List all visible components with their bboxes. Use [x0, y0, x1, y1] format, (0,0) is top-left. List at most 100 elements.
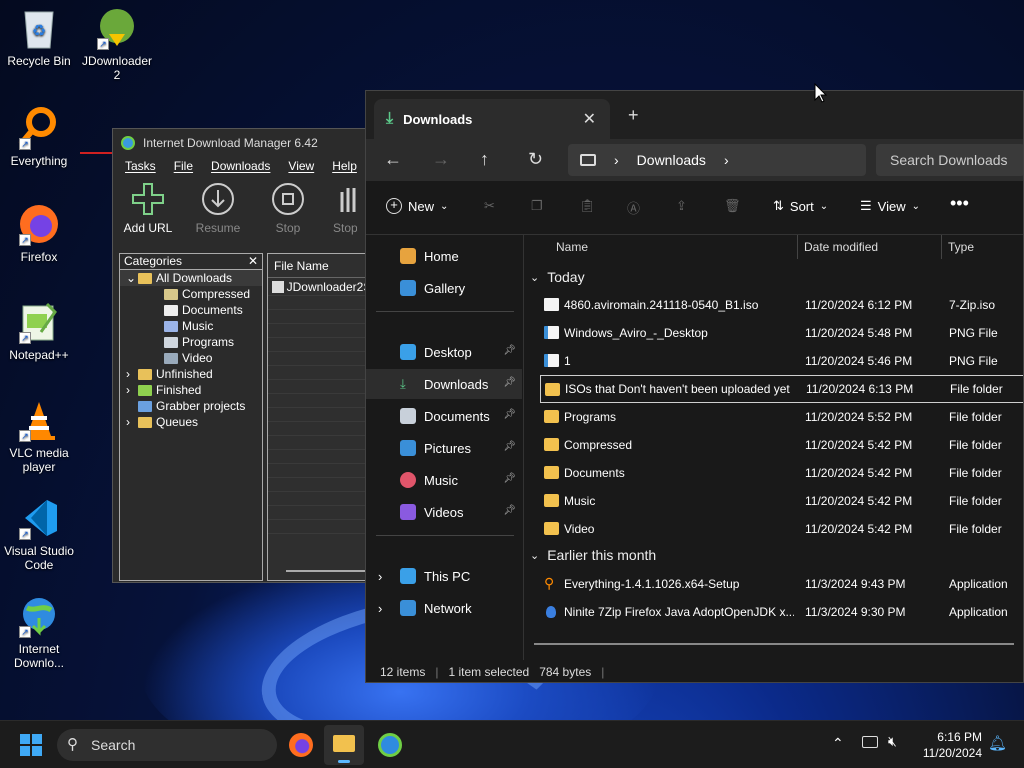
column-divider[interactable]	[941, 235, 942, 259]
nav-videos[interactable]: Videos 📌︎	[366, 497, 522, 527]
chevron-right-icon[interactable]: ›	[126, 383, 138, 397]
desktop-icon-notepad-plus-plus[interactable]: ↗ Notepad++	[2, 300, 76, 362]
idm-add-url-button[interactable]: Add URL	[123, 181, 173, 235]
desktop-icon-jdownloader[interactable]: ↗ JDownloader 2	[80, 6, 154, 82]
pin-icon[interactable]: 📌︎	[503, 473, 516, 484]
desktop-icon-recycle-bin[interactable]: ♻ Recycle Bin	[2, 6, 76, 68]
desktop-icon-everything[interactable]: ↗ Everything	[2, 106, 76, 168]
nav-gallery[interactable]: Gallery	[366, 273, 522, 303]
idm-menu-help[interactable]: Help	[332, 159, 357, 173]
view-button[interactable]: ☰ View ⌄	[860, 198, 920, 214]
idm-category-finished[interactable]: › Finished	[120, 382, 262, 398]
nav-desktop[interactable]: Desktop 📌︎	[366, 337, 522, 367]
nav-home[interactable]: Home	[366, 241, 522, 271]
file-row[interactable]: Documents 11/20/2024 5:42 PM File folder	[540, 459, 1023, 487]
chevron-right-icon[interactable]: ›	[378, 601, 382, 616]
up-arrow-icon[interactable]: ↑	[480, 149, 489, 170]
file-row[interactable]: Video 11/20/2024 5:42 PM File folder	[540, 515, 1023, 543]
pin-icon[interactable]: 📌︎	[503, 345, 516, 356]
forward-arrow-icon[interactable]: →	[432, 149, 450, 170]
more-options-icon[interactable]: •••	[950, 193, 969, 214]
idm-horizontal-scrollbar[interactable]	[286, 570, 366, 572]
idm-category-documents[interactable]: Documents	[120, 302, 262, 318]
cut-icon[interactable]: ✂	[484, 198, 495, 214]
chevron-right-icon[interactable]: ›	[724, 152, 729, 168]
column-header-type[interactable]: Type	[948, 235, 974, 259]
chevron-right-icon[interactable]: ›	[126, 415, 138, 429]
nav-network[interactable]: › Network	[366, 593, 522, 623]
new-button[interactable]: + New ⌄	[386, 198, 448, 214]
file-row[interactable]: ⚲ Everything-1.4.1.1026.x64-Setup 11/3/2…	[540, 570, 1023, 598]
idm-category-video[interactable]: Video	[120, 350, 262, 366]
taskbar-clock[interactable]: 6:16 PM 11/20/2024	[923, 729, 982, 761]
taskbar-firefox-icon[interactable]	[289, 733, 313, 757]
file-row[interactable]: Windows_Aviro_-_Desktop 11/20/2024 5:48 …	[540, 319, 1023, 347]
group-header-today[interactable]: ⌄ Today	[530, 269, 585, 285]
desktop-icon-firefox[interactable]: ↗ Firefox	[2, 202, 76, 264]
copy-icon[interactable]: ❐	[531, 198, 543, 214]
show-hidden-icons-chevron-icon[interactable]: ⌃	[832, 735, 844, 752]
taskbar-idm-icon[interactable]	[378, 733, 402, 757]
file-row[interactable]: Compressed 11/20/2024 5:42 PM File folde…	[540, 431, 1023, 459]
explorer-tab-downloads[interactable]: ⤓ Downloads ✕	[374, 99, 610, 139]
file-row[interactable]: Ninite 7Zip Firefox Java AdoptOpenJDK x.…	[540, 598, 1023, 626]
file-row[interactable]: Programs 11/20/2024 5:52 PM File folder	[540, 403, 1023, 431]
rename-icon[interactable]: Ⓐ	[627, 198, 640, 217]
horizontal-scrollbar[interactable]	[534, 643, 1014, 645]
chevron-right-icon[interactable]: ›	[614, 152, 619, 168]
delete-icon[interactable]: 🗑︎	[724, 198, 741, 214]
start-windows-icon[interactable]	[20, 734, 42, 756]
nav-documents[interactable]: Documents 📌︎	[366, 401, 522, 431]
idm-stop-button[interactable]: Stop	[263, 181, 313, 235]
idm-menu-tasks[interactable]: Tasks	[125, 159, 156, 173]
idm-file-row[interactable]: JDownloader2Se	[268, 278, 378, 296]
idm-title-bar[interactable]: Internet Download Manager 6.42	[113, 129, 377, 157]
nav-downloads[interactable]: ⤓ Downloads 📌︎	[366, 369, 522, 399]
taskbar-file-explorer-icon[interactable]	[324, 725, 364, 765]
idm-category-unfinished[interactable]: › Unfinished	[120, 366, 262, 382]
network-status-icon[interactable]	[862, 736, 878, 748]
idm-category-music[interactable]: Music	[120, 318, 262, 334]
group-header-earlier-this-month[interactable]: ⌄ Earlier this month	[530, 547, 656, 563]
refresh-icon[interactable]: ↻	[528, 149, 543, 170]
pin-icon[interactable]: 📌︎	[503, 377, 516, 388]
column-header-name[interactable]: Name	[556, 235, 588, 259]
desktop-icon-idm[interactable]: ↗ Internet Downlo...	[2, 594, 76, 670]
idm-category-compressed[interactable]: Compressed	[120, 286, 262, 302]
file-row-selected[interactable]: ISOs that Don't haven't been uploaded ye…	[540, 375, 1023, 403]
chevron-right-icon[interactable]: ›	[378, 569, 382, 584]
breadcrumb-downloads[interactable]: Downloads	[637, 152, 706, 168]
nav-this-pc[interactable]: › This PC	[366, 561, 522, 591]
pin-icon[interactable]: 📌︎	[503, 441, 516, 452]
address-box[interactable]: › Downloads ›	[568, 144, 866, 176]
pin-icon[interactable]: 📌︎	[503, 409, 516, 420]
taskbar-search-box[interactable]: ⚲ Search	[57, 729, 277, 761]
paste-icon[interactable]: 📋︎	[579, 198, 596, 214]
idm-category-queues[interactable]: › Queues	[120, 414, 262, 430]
search-downloads-input[interactable]: Search Downloads	[876, 144, 1023, 176]
column-divider[interactable]	[797, 235, 798, 259]
file-row[interactable]: 1 11/20/2024 5:46 PM PNG File	[540, 347, 1023, 375]
column-header-date-modified[interactable]: Date modified	[804, 235, 878, 259]
share-icon[interactable]: ⇪	[676, 198, 687, 214]
nav-music[interactable]: Music 📌︎	[366, 465, 522, 495]
volume-muted-icon[interactable]: 🔇︎	[888, 733, 897, 750]
idm-category-programs[interactable]: Programs	[120, 334, 262, 350]
idm-category-grabber-projects[interactable]: Grabber projects	[120, 398, 262, 414]
idm-menu-downloads[interactable]: Downloads	[211, 159, 270, 173]
pin-icon[interactable]: 📌︎	[503, 505, 516, 516]
chevron-down-icon[interactable]: ⌄	[126, 271, 138, 285]
file-row[interactable]: 4860.aviromain.241118-0540_B1.iso 11/20/…	[540, 291, 1023, 319]
idm-category-all-downloads[interactable]: ⌄ All Downloads	[120, 270, 262, 286]
desktop-icon-vlc[interactable]: ↗ VLC media player	[2, 398, 76, 474]
file-row[interactable]: Music 11/20/2024 5:42 PM File folder	[540, 487, 1023, 515]
sort-button[interactable]: ⇅ Sort ⌄	[773, 198, 828, 214]
idm-menu-file[interactable]: File	[174, 159, 193, 173]
close-tab-icon[interactable]: ✕	[583, 109, 596, 129]
idm-resume-button[interactable]: Resume	[193, 181, 243, 235]
close-icon[interactable]: ✕	[248, 254, 258, 269]
nav-pictures[interactable]: Pictures 📌︎	[366, 433, 522, 463]
idm-stop-all-button[interactable]: Stop	[333, 181, 357, 235]
idm-file-name-column-header[interactable]: File Name	[268, 254, 378, 278]
back-arrow-icon[interactable]: ←	[384, 149, 402, 170]
